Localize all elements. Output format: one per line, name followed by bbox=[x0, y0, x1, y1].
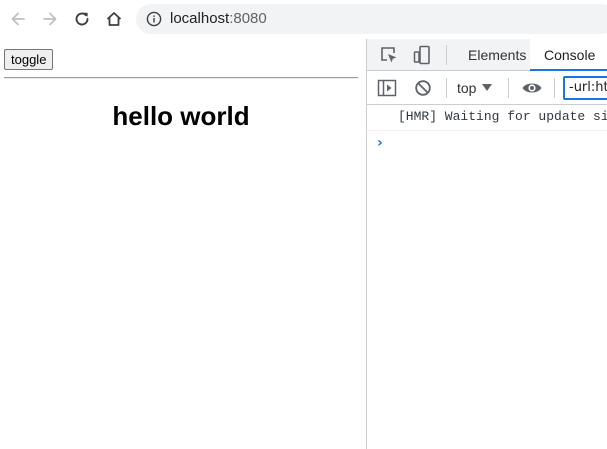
url-port: :8080 bbox=[229, 10, 267, 27]
back-button[interactable] bbox=[5, 6, 31, 32]
home-icon bbox=[106, 12, 122, 26]
device-toggle-icon[interactable] bbox=[412, 45, 432, 65]
toggle-button[interactable]: toggle bbox=[4, 49, 54, 70]
reload-icon bbox=[75, 12, 89, 26]
toolbar-divider bbox=[446, 45, 447, 65]
eye-icon[interactable] bbox=[521, 80, 543, 96]
devtools-panel: Elements Console top -url:http [HMR] Wai… bbox=[366, 39, 607, 449]
url-text[interactable]: localhost:8080 bbox=[170, 10, 267, 28]
info-icon[interactable] bbox=[146, 11, 162, 27]
url-host: localhost bbox=[170, 10, 230, 27]
devtools-tab-bar: Elements Console bbox=[367, 39, 607, 71]
home-button[interactable] bbox=[101, 6, 127, 32]
arrow-left-icon bbox=[11, 12, 25, 26]
console-message: [HMR] Waiting for update signal from WDS… bbox=[367, 106, 607, 131]
console-filter-input[interactable]: -url:http bbox=[563, 76, 607, 100]
tab-console[interactable]: Console bbox=[530, 39, 607, 71]
reload-button[interactable] bbox=[69, 6, 95, 32]
tab-elements[interactable]: Elements bbox=[468, 39, 526, 71]
toolbar-divider bbox=[508, 78, 509, 98]
context-selector-label: top bbox=[457, 80, 477, 96]
page-viewport: toggle hello world bbox=[0, 39, 366, 449]
caret-down-icon bbox=[482, 84, 493, 91]
forward-button[interactable] bbox=[37, 6, 63, 32]
arrow-right-icon bbox=[43, 12, 57, 26]
address-bar[interactable]: localhost:8080 bbox=[136, 4, 607, 34]
browser-toolbar: localhost:8080 bbox=[0, 0, 607, 39]
console-toolbar: top -url:http bbox=[367, 71, 607, 105]
console-prompt-caret[interactable]: › bbox=[377, 136, 383, 150]
inspect-element-icon[interactable] bbox=[379, 45, 399, 65]
console-sidebar-icon[interactable] bbox=[377, 79, 397, 97]
horizontal-rule bbox=[4, 77, 358, 79]
page-heading: hello world bbox=[112, 101, 250, 131]
toolbar-divider bbox=[446, 78, 447, 98]
context-selector[interactable]: top bbox=[457, 78, 493, 98]
clear-console-icon[interactable] bbox=[414, 79, 432, 97]
toolbar-divider bbox=[554, 78, 555, 98]
